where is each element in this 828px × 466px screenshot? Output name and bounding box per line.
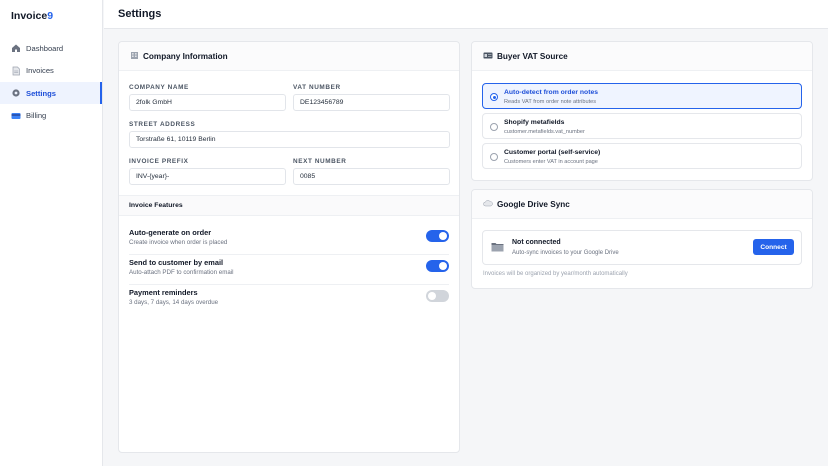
vat-number-input[interactable]: DE123456789 bbox=[293, 94, 450, 111]
sidebar-item-label: Billing bbox=[26, 111, 47, 120]
option-description: Customers enter VAT in account page bbox=[504, 159, 598, 165]
gear-icon bbox=[11, 88, 21, 98]
connect-button[interactable]: Connect bbox=[753, 239, 794, 255]
feature-title: Auto-generate on order bbox=[129, 228, 212, 237]
card-title: Company Information bbox=[143, 51, 228, 61]
feature-payment-reminders: Payment reminders 3 days, 7 days, 14 day… bbox=[129, 285, 449, 315]
app-logo[interactable]: Invoice9 bbox=[0, 0, 102, 33]
folder-icon bbox=[491, 241, 504, 255]
connection-status-text: Not connected bbox=[512, 239, 561, 246]
sidebar-item-billing[interactable]: Billing bbox=[0, 105, 102, 127]
building-icon bbox=[130, 51, 139, 62]
feature-description: 3 days, 7 days, 14 days overdue bbox=[129, 299, 219, 306]
vat-option-customer-portal[interactable]: Customer portal (self-service) Customers… bbox=[482, 143, 802, 169]
option-description: customer.metafields.vat_number bbox=[504, 129, 585, 135]
feature-title: Payment reminders bbox=[129, 288, 198, 297]
company-information-card: Company Information COMPANY NAME 2folk G… bbox=[118, 41, 460, 453]
invoice-prefix-input[interactable]: INV-{year}- bbox=[129, 168, 286, 185]
sidebar-item-label: Settings bbox=[26, 88, 56, 98]
invoice-features-header: Invoice Features bbox=[119, 195, 459, 216]
sidebar-item-label: Invoices bbox=[26, 66, 54, 75]
radio-button[interactable] bbox=[490, 153, 498, 161]
next-number-input[interactable]: 0085 bbox=[293, 168, 450, 185]
feature-send-email: Send to customer by email Auto-attach PD… bbox=[129, 255, 449, 285]
drive-organization-note: Invoices will be organized by year/month… bbox=[483, 271, 628, 277]
feature-title: Send to customer by email bbox=[129, 258, 224, 267]
connection-status-description: Auto-sync invoices to your Google Drive bbox=[512, 250, 619, 256]
vat-number-label: VAT NUMBER bbox=[293, 84, 341, 91]
toggle-knob bbox=[439, 262, 447, 270]
option-description: Reads VAT from order note attributes bbox=[504, 99, 597, 105]
drive-connection-status: Not connected Auto-sync invoices to your… bbox=[482, 230, 802, 265]
toggle-knob bbox=[428, 292, 436, 300]
buyer-vat-source-card: Buyer VAT Source Auto-detect from order … bbox=[471, 41, 813, 181]
sidebar-item-invoices[interactable]: Invoices bbox=[0, 60, 102, 82]
payment-reminders-toggle[interactable] bbox=[426, 290, 449, 302]
sidebar-item-label: Dashboard bbox=[26, 43, 64, 53]
cloud-icon bbox=[483, 199, 493, 209]
sidebar-item-dashboard[interactable]: Dashboard bbox=[0, 37, 102, 59]
vat-option-shopify-metafields[interactable]: Shopify metafields customer.metafields.v… bbox=[482, 113, 802, 139]
radio-button[interactable] bbox=[490, 93, 498, 101]
sidebar: Invoice9 Dashboard Invoices Settings Bil… bbox=[0, 0, 103, 466]
sidebar-item-settings[interactable]: Settings bbox=[0, 82, 102, 104]
credit-card-icon bbox=[11, 111, 21, 121]
company-name-input[interactable]: 2folk GmbH bbox=[129, 94, 286, 111]
document-icon bbox=[11, 66, 21, 76]
feature-description: Create invoice when order is placed bbox=[129, 239, 228, 246]
option-title: Customer portal (self-service) bbox=[504, 149, 601, 156]
next-number-label: NEXT NUMBER bbox=[293, 158, 347, 165]
card-header: Google Drive Sync bbox=[472, 190, 812, 219]
top-bar: Settings bbox=[104, 0, 828, 29]
invoice-prefix-label: INVOICE PREFIX bbox=[129, 158, 189, 165]
street-address-label: STREET ADDRESS bbox=[129, 121, 196, 128]
option-title: Shopify metafields bbox=[504, 119, 565, 126]
google-drive-sync-card: Google Drive Sync Not connected Auto-syn… bbox=[471, 189, 813, 289]
id-card-icon bbox=[483, 51, 493, 62]
toggle-knob bbox=[439, 232, 447, 240]
page-title: Settings bbox=[118, 8, 162, 20]
vat-option-auto-detect[interactable]: Auto-detect from order notes Reads VAT f… bbox=[482, 83, 802, 109]
send-email-toggle[interactable] bbox=[426, 260, 449, 272]
dashboard-icon bbox=[11, 43, 21, 53]
company-name-label: COMPANY NAME bbox=[129, 84, 189, 91]
card-header: Company Information bbox=[119, 42, 459, 71]
auto-generate-toggle[interactable] bbox=[426, 230, 449, 242]
radio-button[interactable] bbox=[490, 123, 498, 131]
feature-description: Auto-attach PDF to confirmation email bbox=[129, 269, 234, 276]
feature-auto-generate: Auto-generate on order Create invoice wh… bbox=[129, 225, 449, 255]
card-header: Buyer VAT Source bbox=[472, 42, 812, 71]
card-title: Google Drive Sync bbox=[497, 199, 570, 209]
sidebar-nav: Dashboard Invoices Settings Billing bbox=[0, 37, 102, 127]
street-address-input[interactable]: Torstraße 61, 10119 Berlin bbox=[129, 131, 450, 148]
option-title: Auto-detect from order notes bbox=[504, 89, 599, 96]
card-title: Buyer VAT Source bbox=[497, 51, 568, 61]
